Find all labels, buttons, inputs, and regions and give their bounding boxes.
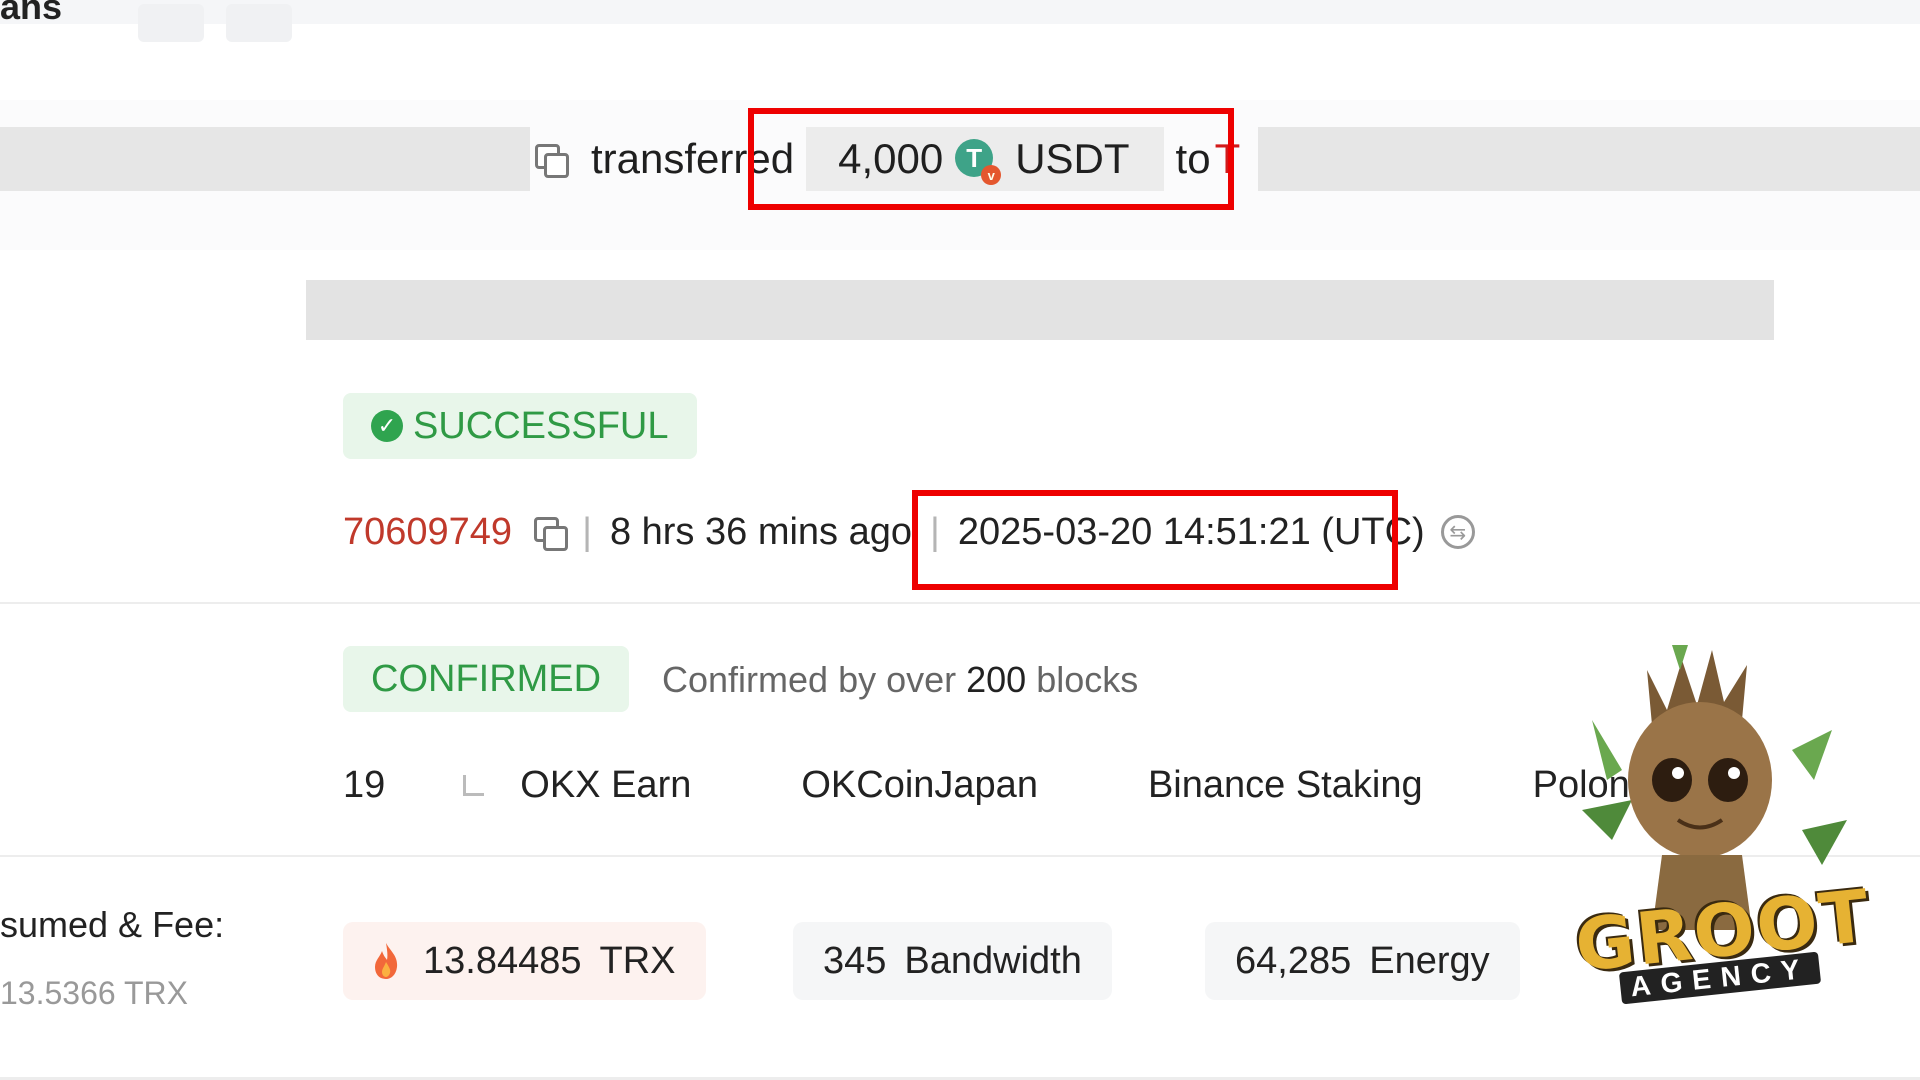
sr-item[interactable]: OKCoinJapan bbox=[801, 764, 1038, 807]
fire-icon bbox=[375, 943, 398, 979]
bandwidth-amount: 345 bbox=[823, 939, 887, 982]
confirmation-prefix: Confirmed by over bbox=[662, 659, 957, 700]
redacted-to-address bbox=[1258, 127, 1920, 191]
burn-unit: TRX bbox=[599, 939, 676, 982]
burn-amount: 13.84485 bbox=[423, 939, 582, 982]
toolbar-button[interactable] bbox=[138, 4, 204, 42]
copy-icon[interactable] bbox=[535, 144, 569, 178]
confirmed-label: CONFIRMED bbox=[371, 657, 602, 700]
refresh-icon[interactable]: ⇆ bbox=[1440, 515, 1475, 549]
status-badge: ✓ SUCCESSFUL bbox=[343, 393, 697, 459]
divider bbox=[0, 602, 1920, 604]
fee-total: 13.5366 TRX bbox=[0, 975, 188, 1011]
page-title-fragment: ans bbox=[0, 0, 63, 27]
highlight-box-timestamp bbox=[912, 490, 1398, 590]
separator: | bbox=[582, 510, 592, 553]
copy-icon[interactable] bbox=[534, 517, 569, 551]
super-representatives-row: 19 OKX Earn OKCoinJapan Binance Staking … bbox=[343, 754, 1720, 816]
energy-amount: 64,285 bbox=[1235, 939, 1352, 982]
toolbar-button[interactable] bbox=[226, 4, 292, 42]
highlight-box-amount bbox=[748, 108, 1234, 210]
confirmation-suffix: blocks bbox=[1036, 659, 1139, 700]
energy-pill: 64,285 Energy bbox=[1205, 922, 1520, 1000]
redacted-hash-bar bbox=[306, 280, 1774, 340]
sr-item[interactable]: Binance Staking bbox=[1148, 764, 1423, 807]
fee-label: sumed & Fee: bbox=[0, 904, 225, 945]
bandwidth-unit: Bandwidth bbox=[904, 939, 1082, 982]
redacted-from-address bbox=[0, 127, 530, 191]
confirmation-count: 200 bbox=[966, 659, 1027, 700]
status-label: SUCCESSFUL bbox=[413, 404, 669, 447]
corner-icon bbox=[463, 774, 485, 796]
confirmed-badge: CONFIRMED bbox=[343, 646, 630, 712]
burn-pill: 13.84485 TRX bbox=[343, 922, 706, 1000]
energy-unit: Energy bbox=[1369, 939, 1490, 982]
block-number-link[interactable]: 70609749 bbox=[343, 511, 512, 554]
bandwidth-pill: 345 Bandwidth bbox=[793, 922, 1112, 1000]
confirmation-text: Confirmed by over 200 blocks bbox=[662, 650, 1138, 710]
sr-count: 19 bbox=[343, 763, 386, 806]
check-icon: ✓ bbox=[371, 410, 403, 442]
block-age: 8 hrs 36 mins ago bbox=[609, 510, 913, 553]
sr-item[interactable]: OKX Earn bbox=[520, 764, 691, 807]
